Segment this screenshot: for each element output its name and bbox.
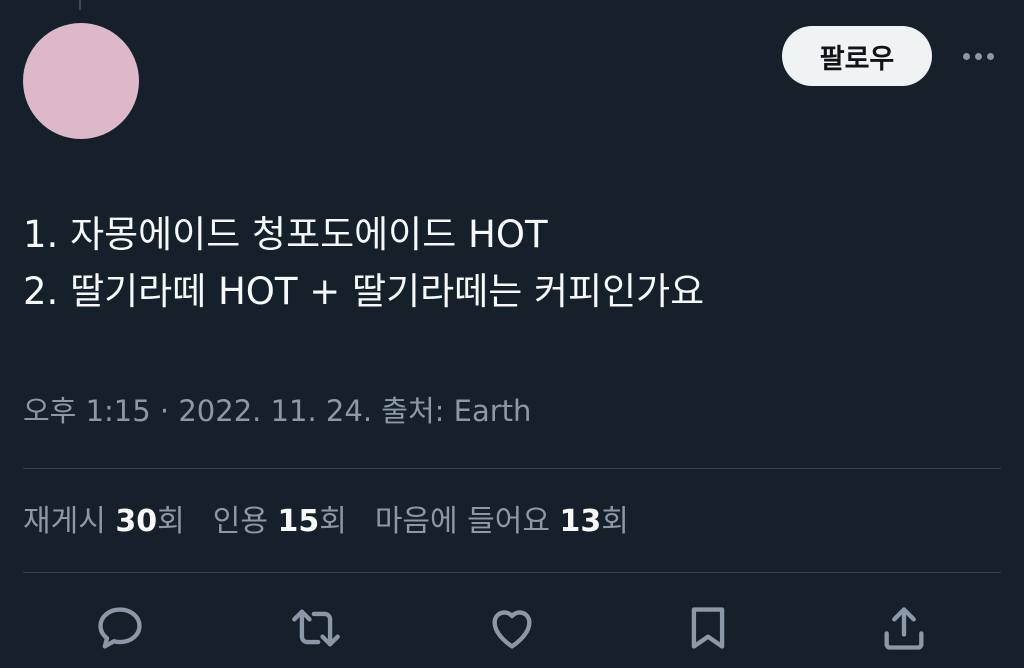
divider	[23, 572, 1001, 573]
quote-count[interactable]: 인용 15회	[213, 496, 347, 540]
bookmark-button[interactable]	[680, 600, 736, 656]
divider	[23, 468, 1001, 469]
retweet-count-value: 30	[115, 504, 158, 539]
share-button[interactable]	[876, 600, 932, 656]
retweet-button[interactable]	[288, 600, 344, 656]
bookmark-icon	[691, 607, 725, 649]
quote-count-label: 인용	[212, 504, 268, 539]
share-icon	[884, 607, 924, 650]
retweet-icon	[292, 609, 340, 647]
more-horizontal-icon	[962, 52, 970, 60]
like-count-value: 13	[559, 504, 602, 539]
tweet-text: 1. 자몽에이드 청포도에이드 HOT 2. 딸기라떼 HOT + 딸기라떼는 …	[23, 206, 1003, 320]
tweet-timestamp[interactable]: 오후 1:15 · 2022. 11. 24. 출처: Earth	[23, 388, 531, 430]
reply-icon	[98, 607, 142, 649]
quote-count-value: 15	[277, 504, 320, 539]
like-count-unit: 회	[601, 504, 629, 539]
avatar[interactable]	[23, 23, 139, 139]
retweet-count-label: 재게시	[23, 504, 106, 539]
like-icon	[492, 610, 532, 649]
engagement-stats: 재게시 30회 인용 15회 마음에 들어요 13회	[23, 496, 629, 540]
tweet-text-line: 2. 딸기라떼 HOT + 딸기라떼는 커피인가요	[23, 270, 705, 313]
like-count[interactable]: 마음에 들어요 13회	[375, 496, 629, 540]
like-button[interactable]	[484, 600, 540, 656]
retweet-count[interactable]: 재게시 30회	[23, 496, 185, 540]
like-count-label: 마음에 들어요	[374, 504, 550, 539]
thread-connector-line	[79, 0, 81, 10]
quote-count-unit: 회	[319, 504, 347, 539]
retweet-count-unit: 회	[157, 504, 185, 539]
follow-button[interactable]: 팔로우	[782, 26, 932, 86]
tweet-text-line: 1. 자몽에이드 청포도에이드 HOT	[23, 213, 548, 256]
reply-button[interactable]	[92, 600, 148, 656]
more-options-button[interactable]	[956, 40, 1000, 72]
